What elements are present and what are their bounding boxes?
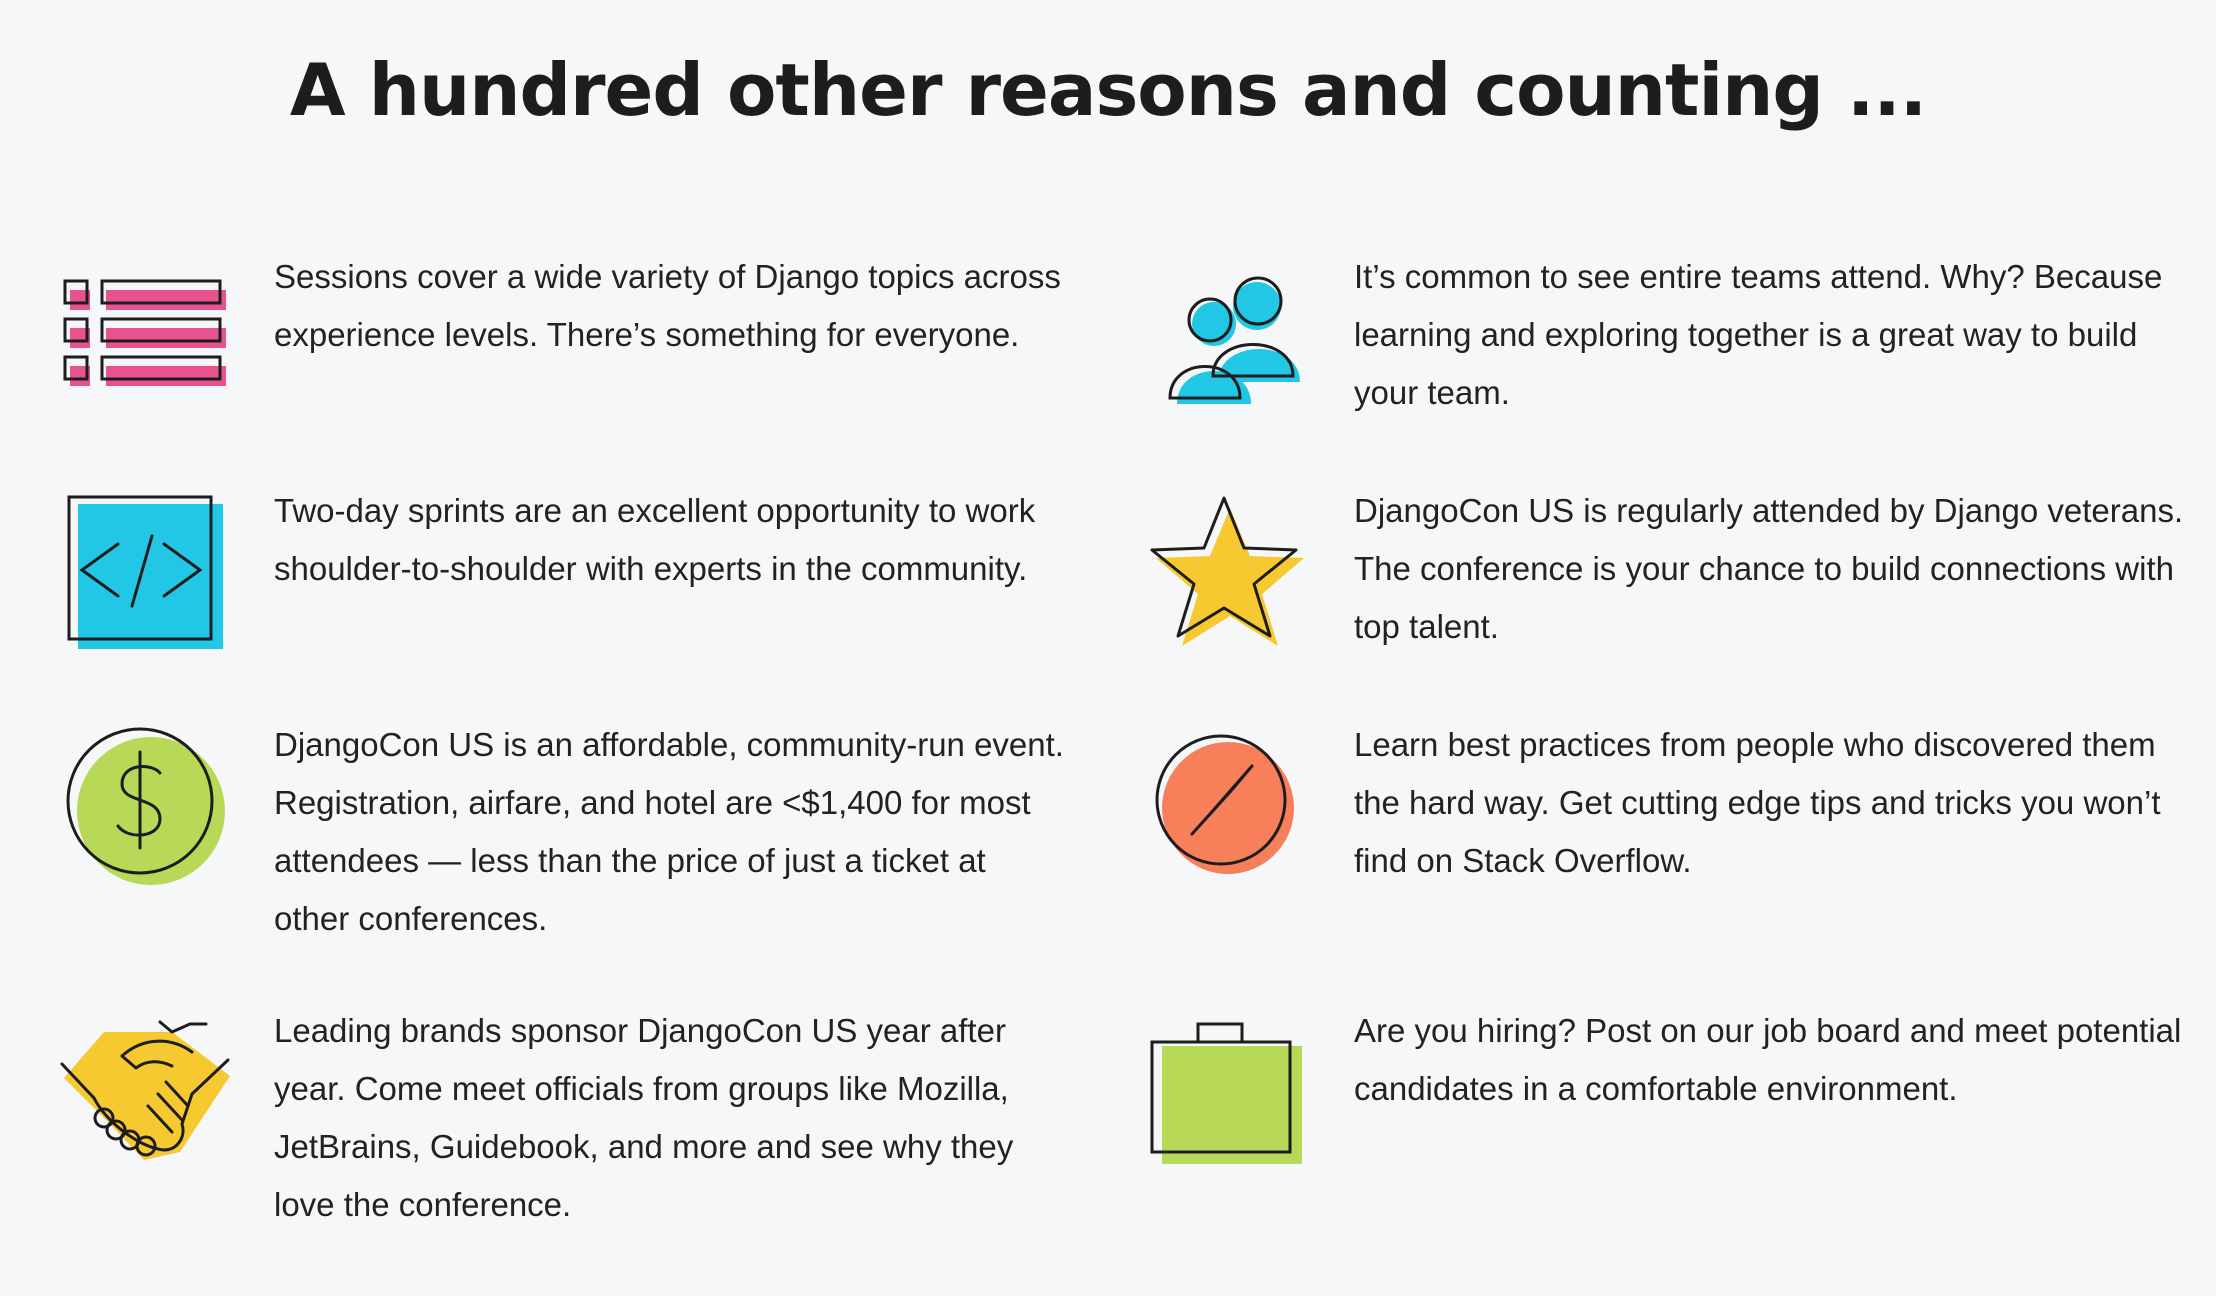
reason-hiring: Are you hiring? Post on our job board an…: [1140, 1002, 2200, 1202]
compass-icon: [1140, 716, 1320, 896]
code-icon: [60, 482, 240, 662]
page-title: A hundred other reasons and counting ...: [289, 48, 1927, 132]
reason-sprints: Two-day sprints are an excellent opportu…: [60, 482, 1060, 682]
handshake-icon: [60, 1002, 240, 1182]
reason-text: Are you hiring? Post on our job board an…: [1354, 1012, 2182, 1107]
star-icon: [1140, 482, 1320, 662]
reason-text: DjangoCon US is regularly attended by Dj…: [1354, 492, 2184, 645]
reason-text: Learn best practices from people who dis…: [1354, 726, 2161, 879]
reason-affordable: DjangoCon US is an affordable, community…: [60, 716, 1064, 976]
team-icon: [1140, 248, 1320, 428]
reason-text: Sessions cover a wide variety of Django …: [274, 258, 1061, 353]
briefcase-icon: [1140, 1002, 1320, 1182]
reason-teams: It’s common to see entire teams attend. …: [1140, 248, 2200, 448]
list-icon: [60, 248, 240, 428]
dollar-icon: [60, 716, 240, 896]
reason-veterans: DjangoCon US is regularly attended by Dj…: [1140, 482, 2200, 682]
reason-text: DjangoCon US is an affordable, community…: [274, 726, 1064, 937]
reason-sessions: Sessions cover a wide variety of Django …: [60, 248, 1061, 448]
reason-best-practices: Learn best practices from people who dis…: [1140, 716, 2200, 916]
reason-text: It’s common to see entire teams attend. …: [1354, 258, 2163, 411]
reason-text: Leading brands sponsor DjangoCon US year…: [274, 1012, 1014, 1223]
reason-sponsors: Leading brands sponsor DjangoCon US year…: [60, 1002, 1060, 1262]
reason-text: Two-day sprints are an excellent opportu…: [274, 492, 1036, 587]
